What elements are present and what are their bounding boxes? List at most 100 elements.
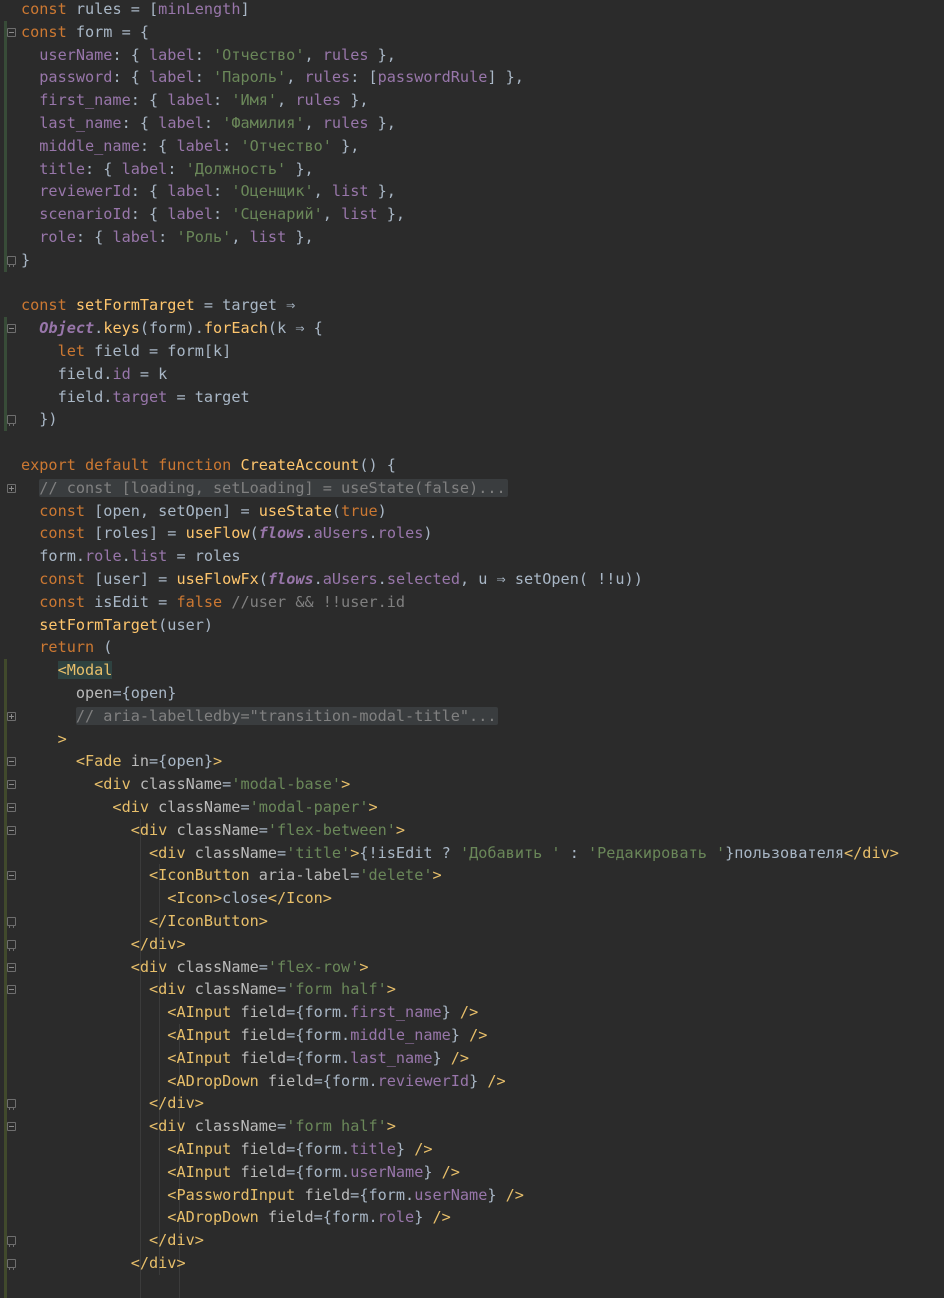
code-token: label [167, 91, 214, 110]
code-line[interactable]: title: { label: 'Должность' }, [21, 158, 314, 181]
code-line[interactable]: <AInput field={form.first_name} /> [21, 1001, 478, 1024]
code-line[interactable]: <AInput field={form.middle_name} /> [21, 1024, 487, 1047]
code-line[interactable]: middle_name: { label: 'Отчество' }, [21, 135, 359, 158]
code-token: (form). [139, 319, 204, 338]
code-token: } [423, 1162, 442, 1181]
code-token: middle_name [350, 1026, 451, 1044]
code-token: middle_name [21, 136, 140, 155]
code-token: open [21, 684, 113, 702]
code-line[interactable]: form.role.list = roles [21, 545, 240, 568]
code-line[interactable]: > [21, 728, 67, 751]
code-line[interactable]: <AInput field={form.userName} /> [21, 1161, 460, 1184]
code-line[interactable]: const [open, setOpen] = useState(true) [21, 500, 387, 523]
code-line[interactable]: <div className='modal-paper'> [21, 796, 378, 819]
code-token: flows [258, 524, 305, 543]
code-token: label [167, 182, 214, 201]
code-line[interactable]: <div className='flex-row'> [21, 956, 369, 979]
code-line[interactable]: </div> [21, 1229, 204, 1252]
code-line[interactable]: </div> [21, 933, 186, 956]
code-token: > [432, 866, 442, 885]
code-line[interactable]: <IconButton aria-label='delete'> [21, 864, 442, 887]
code-token: list [331, 182, 369, 201]
code-token: : { [130, 91, 168, 110]
code-token: ={form. [286, 1162, 351, 1181]
code-token: //user && !!user.id [231, 592, 406, 611]
code-token: label [167, 205, 214, 224]
code-line[interactable]: last_name: { label: 'Фамилия', rules }, [21, 112, 396, 135]
code-token: const [21, 22, 76, 41]
code-line[interactable]: <div className='flex-between'> [21, 819, 405, 842]
code-line[interactable]: field.id = k [21, 363, 168, 386]
code-line[interactable]: const [user] = useFlowFx(flows.aUsers.se… [21, 568, 643, 591]
code-token: className [194, 980, 278, 999]
code-line[interactable]: scenarioId: { label: 'Сценарий', list }, [21, 203, 405, 226]
code-token: aUsers [313, 524, 369, 543]
code-token: ={form. [286, 1140, 351, 1158]
code-token: const [21, 570, 95, 588]
code-token: label [112, 228, 159, 246]
code-token: <AInput [21, 1162, 241, 1181]
code-line[interactable]: password: { label: 'Пароль', rules: [pas… [21, 66, 524, 89]
code-line[interactable]: reviewerId: { label: 'Оценщик', list }, [21, 180, 396, 203]
code-token: : [213, 182, 232, 201]
code-token: rules = [ [75, 0, 159, 18]
code-line[interactable]: <Fade in={open}> [21, 750, 222, 773]
code-token: </div> [21, 934, 186, 953]
code-token: 'Должность' [185, 159, 287, 178]
code-line[interactable]: // aria-labelledby="transition-modal-tit… [21, 705, 499, 728]
code-line[interactable]: field.target = target [21, 386, 250, 409]
code-line[interactable]: const setFormTarget = target ⇒ [21, 294, 295, 317]
code-line[interactable]: const rules = [minLength] [21, 0, 250, 21]
code-token: > [21, 729, 67, 748]
code-line[interactable]: open={open} [21, 682, 177, 705]
code-token: field [240, 1140, 287, 1158]
code-token: 'Добавить ' [459, 843, 561, 862]
code-line[interactable]: <Modal [21, 659, 113, 682]
code-line[interactable]: userName: { label: 'Отчество', rules }, [21, 44, 396, 67]
code-line[interactable]: </IconButton> [21, 910, 268, 933]
code-token: ={form. [286, 1003, 351, 1022]
code-token: . [304, 524, 314, 543]
code-line[interactable]: setFormTarget(user) [21, 614, 213, 637]
code-line[interactable]: const isEdit = false //user && !!user.id [21, 591, 405, 614]
code-token: }, [286, 159, 314, 178]
code-token: , [231, 228, 250, 246]
code-token: userName [21, 45, 113, 64]
code-line[interactable]: <div className='form half'> [21, 1115, 396, 1138]
code-line[interactable]: </div> [21, 1092, 204, 1115]
code-line[interactable]: const form = { [21, 21, 149, 44]
code-line[interactable]: <div className='form half'> [21, 978, 396, 1001]
code-token: > [368, 798, 378, 816]
code-line[interactable]: const [roles] = useFlow(flows.aUsers.rol… [21, 522, 432, 545]
code-token: , [304, 45, 323, 64]
code-line[interactable]: <ADropDown field={form.role} /> [21, 1206, 451, 1229]
code-line[interactable]: // const [loading, setLoading] = useStat… [21, 477, 508, 500]
code-token: <Modal [57, 661, 113, 680]
code-token: }пользователя [725, 843, 845, 862]
code-line[interactable]: <AInput field={form.last_name} /> [21, 1047, 469, 1070]
code-token: flows [267, 570, 314, 588]
code-line[interactable]: first_name: { label: 'Имя', rules }, [21, 89, 368, 112]
code-line[interactable]: export default function CreateAccount() … [21, 454, 396, 477]
code-line[interactable]: <div className='modal-base'> [21, 773, 350, 796]
code-token: : { [121, 114, 159, 132]
code-editor[interactable]: const rules = [minLength] const form = { … [0, 0, 944, 1298]
code-token: /> [450, 1048, 470, 1067]
code-line[interactable]: <AInput field={form.title} /> [21, 1138, 432, 1161]
code-line[interactable]: }) [21, 408, 58, 431]
code-line[interactable]: <ADropDown field={form.reviewerId} /> [21, 1070, 505, 1093]
code-line[interactable]: <div className='title'>{!isEdit ? 'Добав… [21, 842, 899, 865]
code-token: = roles [167, 547, 241, 566]
code-line[interactable]: role: { label: 'Роль', list }, [21, 226, 313, 249]
code-line[interactable]: let field = form[k] [21, 340, 232, 363]
code-token: }) [21, 410, 58, 429]
code-token: <div [21, 1117, 195, 1136]
code-line[interactable]: <Icon>close</Icon> [21, 887, 332, 910]
code-token: <AInput [21, 1003, 241, 1022]
code-line[interactable]: } [21, 249, 30, 272]
code-line[interactable]: return ( [21, 636, 112, 659]
code-line[interactable]: </div> [21, 1252, 186, 1275]
code-line[interactable]: <PasswordInput field={form.userName} /> [21, 1184, 524, 1207]
code-token: const [21, 296, 76, 315]
code-line[interactable]: Object.keys(form).forEach(k ⇒ { [21, 317, 323, 340]
